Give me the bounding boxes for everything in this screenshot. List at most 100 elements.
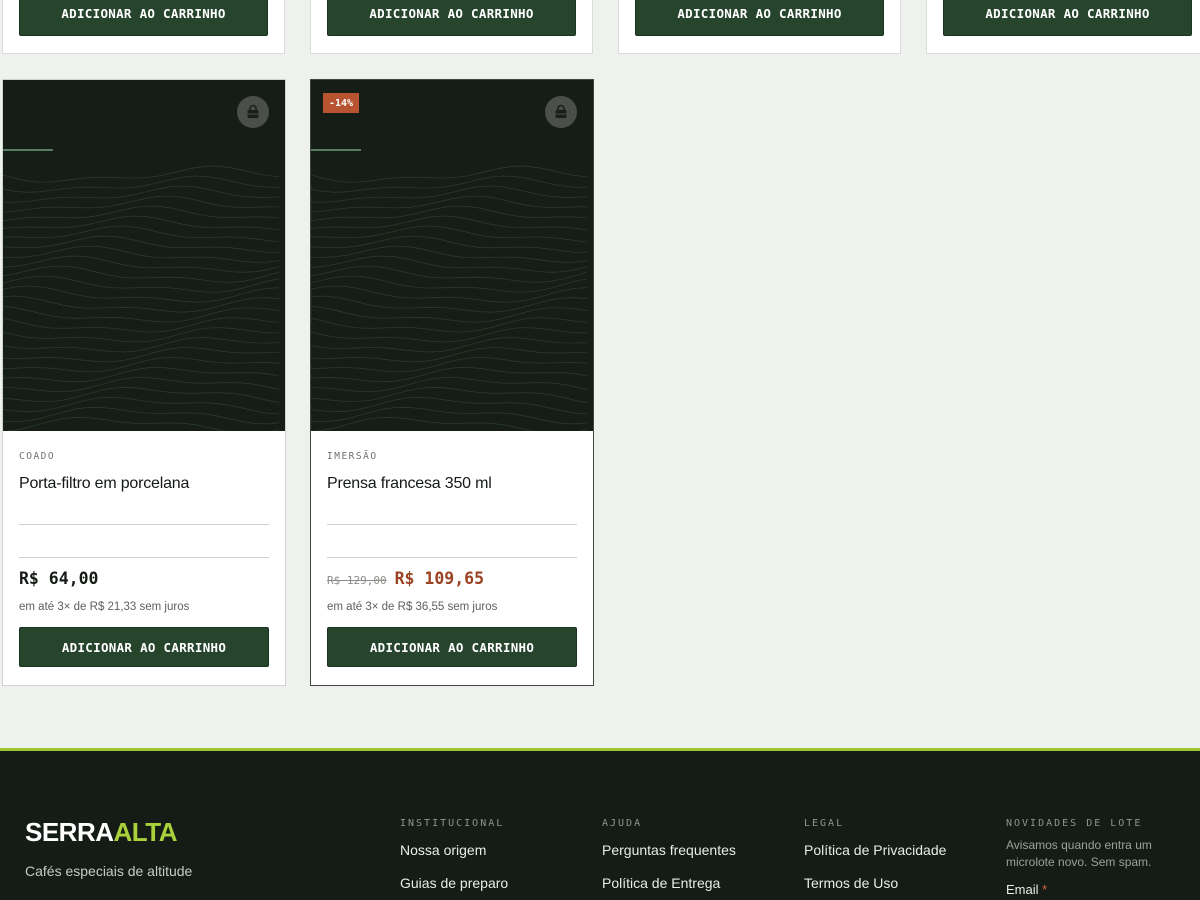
add-to-cart-button[interactable]: ADICIONAR AO CARRINHO [635,0,884,36]
newsletter-title: NOVIDADES DE LOTE [1006,818,1143,829]
shopping-bag-icon [555,104,567,118]
product-card-top-1: ADICIONAR AO CARRINHO [2,0,285,54]
wave-line [311,275,588,293]
wave-pattern [311,165,588,431]
wave-line [3,225,280,243]
footer-link-termos-de-uso[interactable]: Termos de Uso [804,875,946,891]
footer-link-guias-de-preparo[interactable]: Guias de preparo [400,875,508,891]
product-image[interactable] [3,80,285,431]
wave-line [3,416,280,431]
required-mark: * [1042,882,1048,897]
quick-add-button[interactable] [237,96,269,128]
wave-line [3,327,280,343]
footer-link-nossa-origem[interactable]: Nossa origem [400,842,508,858]
footer-column-title: AJUDA [602,818,643,829]
footer-column-title: INSTITUCIONAL [400,818,505,829]
footer-column-title: LEGAL [804,818,845,829]
add-to-cart-button[interactable]: ADICIONAR AO CARRINHO [19,0,268,36]
wave-line [3,265,280,283]
logo-part-serra: SERRA [25,817,114,847]
wave-line [3,377,280,393]
wave-line [3,235,280,253]
wave-line [311,175,588,193]
footer-column-institucional: INSTITUCIONAL Nossa origem Guias de prep… [400,818,508,900]
wave-line [311,356,588,373]
wave-line [311,396,588,415]
wave-line [311,195,587,213]
product-image[interactable]: -14% [311,80,593,431]
wave-line [3,275,280,293]
wave-line [3,195,279,213]
footer-column-ajuda: AJUDA Perguntas frequentes Política de E… [602,818,736,900]
product-card-top-3: ADICIONAR AO CARRINHO [618,0,901,54]
wave-line [311,295,588,313]
footer-newsletter: NOVIDADES DE LOTE Avisamos quando entra … [1006,818,1186,897]
price-row: R$ 64,00 [19,569,98,588]
wave-line [311,265,588,283]
wave-line [3,205,280,222]
product-card-top-4: ADICIONAR AO CARRINHO [926,0,1200,54]
installments-text: em até 3× de R$ 21,33 sem juros [19,601,190,613]
wave-line [311,377,588,393]
wave-line [3,295,280,313]
wave-pattern [3,165,280,431]
divider [327,557,577,558]
footer-tagline: Cafés especiais de altitude [25,863,193,879]
product-name[interactable]: Prensa francesa 350 ml [327,475,492,493]
sale-price: R$ 109,65 [394,569,485,588]
accent-line [311,149,361,151]
wave-line [311,327,588,343]
product-name[interactable]: Porta-filtro em porcelana [19,475,189,493]
wave-line [311,305,588,323]
newsletter-description: Avisamos quando entra um microlote novo.… [1006,838,1152,869]
product-card[interactable]: COADO Porta-filtro em porcelana R$ 64,00… [2,79,286,686]
wave-line [311,165,588,183]
divider [19,557,269,558]
wave-line [311,285,588,303]
wave-line [311,255,588,273]
discount-badge: -14% [323,93,360,113]
add-to-cart-button[interactable]: ADICIONAR AO CARRINHO [19,627,269,667]
wave-line [3,175,280,193]
product-info: IMERSÃO Prensa francesa 350 ml R$ 129,00… [327,431,577,685]
wave-line [311,416,588,431]
footer-column-legal: LEGAL Política de Privacidade Termos de … [804,818,946,900]
product-price: R$ 64,00 [19,569,99,588]
divider [327,524,577,525]
footer-link-politica-de-privacidade[interactable]: Política de Privacidade [804,842,946,858]
product-card-top-2: ADICIONAR AO CARRINHO [310,0,593,54]
wave-line [3,366,280,383]
wave-line [311,406,588,425]
price-row: R$ 129,00 R$ 109,65 [327,569,484,588]
wave-line [3,406,280,425]
add-to-cart-button[interactable]: ADICIONAR AO CARRINHO [327,627,577,667]
divider [19,524,269,525]
wave-line [311,337,588,353]
product-category: IMERSÃO [327,451,378,462]
footer-link-politica-de-entrega[interactable]: Política de Entrega [602,875,736,891]
site-footer: SERRAALTA Cafés especiais de altitude IN… [0,748,1200,900]
product-card[interactable]: -14% IMERSÃO Prensa francesa 350 ml R$ 1… [310,79,594,686]
wave-line [3,285,280,303]
original-price: R$ 129,00 [327,574,387,587]
email-field-label: Email * [1006,882,1186,897]
wave-line [3,356,280,373]
wave-line [3,396,280,415]
footer-link-perguntas-frequentes[interactable]: Perguntas frequentes [602,842,736,858]
wave-line [311,235,588,253]
accent-line [3,149,53,151]
add-to-cart-button[interactable]: ADICIONAR AO CARRINHO [327,0,576,36]
shopping-bag-icon [247,104,259,118]
add-to-cart-button[interactable]: ADICIONAR AO CARRINHO [943,0,1192,36]
wave-line [311,225,588,243]
quick-add-button[interactable] [545,96,577,128]
wave-line [3,337,280,353]
logo-part-alta: ALTA [113,817,178,847]
wave-line [311,205,588,222]
wave-line [3,165,280,183]
email-label-text: Email [1006,882,1039,897]
wave-line [3,305,280,323]
wave-line [311,366,588,383]
footer-logo[interactable]: SERRAALTA [25,817,177,848]
installments-text: em até 3× de R$ 36,55 sem juros [327,601,498,613]
